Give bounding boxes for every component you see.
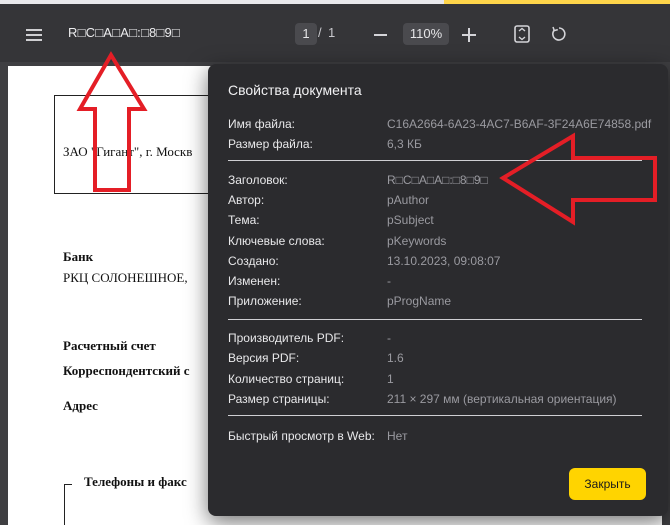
author-value: pAuthor — [387, 193, 430, 207]
file-name-label: Имя файла: — [228, 117, 295, 131]
page-count-value: 1 — [387, 372, 394, 386]
dialog-title: Свойства документа — [228, 82, 362, 98]
close-button[interactable]: Закрыть — [569, 468, 646, 500]
modified-value: - — [387, 274, 391, 288]
title-value: R□C□A□A□:□8□9□ — [387, 173, 488, 187]
doc-bank-value: РКЦ СОЛОНЕШНОЕ, — [63, 270, 188, 285]
application-label: Приложение: — [228, 294, 302, 308]
pdf-version-value: 1.6 — [387, 351, 404, 365]
document-title: R□C□A□A□:□8□9□ — [68, 25, 180, 40]
fast-view-label: Быстрый просмотр в Web: — [228, 429, 375, 443]
rotate-icon[interactable] — [550, 25, 568, 43]
zoom-level[interactable]: 110% — [403, 23, 449, 45]
author-label: Автор: — [228, 193, 265, 207]
frame-corner — [64, 484, 65, 525]
doc-bank-label: Банк — [63, 249, 94, 264]
divider — [228, 319, 642, 320]
page-size-value: 211 × 297 мм (вертикальная ориентация) — [387, 392, 617, 406]
subject-value: pSubject — [387, 213, 434, 227]
file-name-value: C16A2664-6A23-4AC7-B6AF-3F24A6E74858.pdf — [387, 117, 652, 131]
producer-value: - — [387, 331, 391, 345]
title-label: Заголовок: — [228, 173, 288, 187]
table-border — [54, 95, 55, 194]
frame-corner — [64, 484, 72, 485]
total-pages: 1 — [328, 25, 336, 40]
subject-label: Тема: — [228, 213, 260, 227]
file-size-label: Размер файла: — [228, 137, 313, 151]
divider — [228, 160, 642, 161]
doc-line-company: ЗАО "Гигант", г. Москв — [63, 144, 193, 159]
doc-phones-label: Телефоны и факс — [84, 474, 187, 489]
created-value: 13.10.2023, 09:08:07 — [387, 254, 501, 268]
page-count-label: Количество страниц: — [228, 372, 345, 386]
modified-label: Изменен: — [228, 274, 281, 288]
created-label: Создано: — [228, 254, 279, 268]
fit-page-icon[interactable] — [513, 25, 531, 43]
producer-label: Производитель PDF: — [228, 331, 345, 345]
file-size-value: 6,3 КБ — [387, 137, 422, 151]
fast-view-value: Нет — [387, 429, 408, 443]
doc-account-label: Расчетный счет — [63, 338, 156, 353]
page-separator: / — [318, 25, 322, 40]
menu-icon[interactable] — [26, 29, 42, 41]
zoom-in-icon[interactable] — [462, 28, 476, 42]
keywords-label: Ключевые слова: — [228, 234, 325, 248]
doc-corr-label: Корреспондентский с — [63, 363, 190, 378]
document-properties-dialog: Свойства документа Имя файла: C16A2664-6… — [208, 64, 668, 516]
doc-address-label: Адрес — [63, 398, 98, 413]
page-size-label: Размер страницы: — [228, 392, 330, 406]
application-value: pProgName — [387, 294, 452, 308]
divider — [228, 415, 642, 416]
keywords-value: pKeywords — [387, 234, 447, 248]
pdf-toolbar: R□C□A□A□:□8□9□ 1 / 1 110% — [0, 4, 670, 62]
current-page-input[interactable]: 1 — [295, 23, 317, 45]
zoom-out-icon[interactable] — [374, 34, 387, 36]
pdf-version-label: Версия PDF: — [228, 351, 300, 365]
